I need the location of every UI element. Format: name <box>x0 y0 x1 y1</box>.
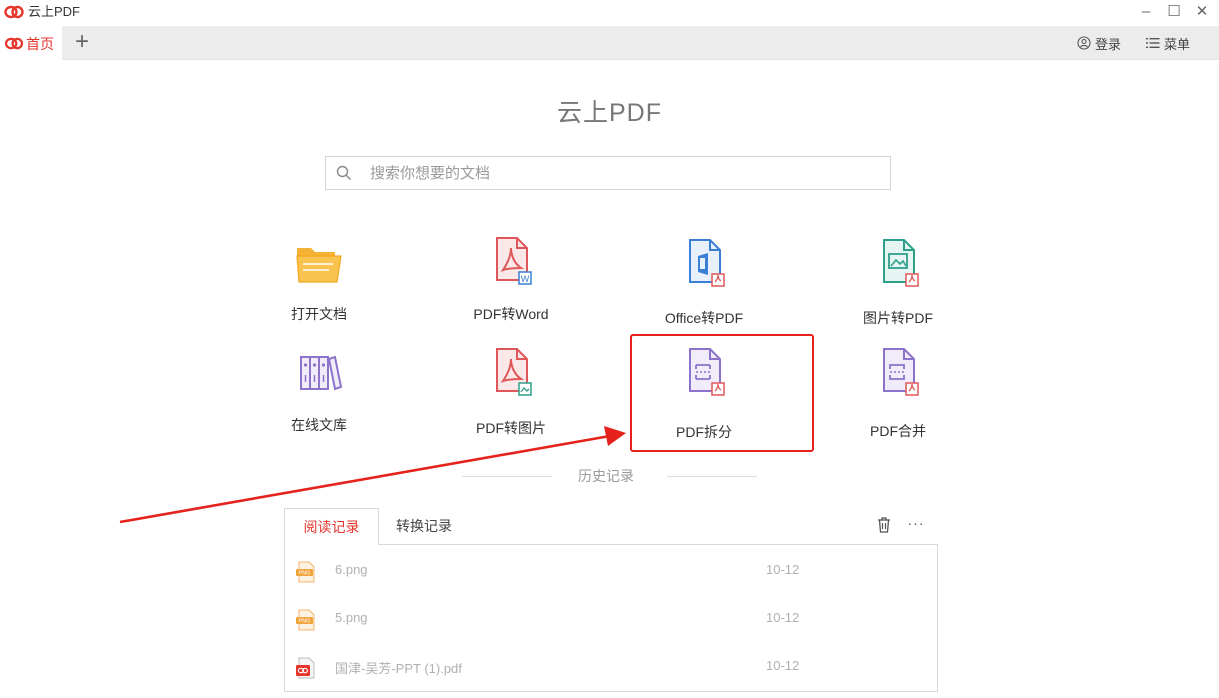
add-tab-button[interactable]: + <box>70 29 94 57</box>
library-icon <box>300 355 343 391</box>
feature-label: Office转PDF <box>664 310 744 326</box>
feature-pdf-split[interactable]: PDF拆分 <box>644 345 764 445</box>
file-name: 5.png <box>335 610 368 625</box>
more-icon[interactable]: ··· <box>906 514 926 532</box>
image-to-pdf-icon <box>883 239 919 287</box>
file-name: 6.png <box>335 562 368 577</box>
feature-pdf-to-word[interactable]: W PDF转Word <box>451 234 571 334</box>
feature-open-document[interactable]: 打开文档 <box>259 234 379 334</box>
minimize-button[interactable]: – <box>1136 2 1156 22</box>
list-item[interactable]: PNG 6.png 10-12 <box>285 547 937 595</box>
feature-label: PDF合并 <box>870 423 926 439</box>
file-date: 10-12 <box>766 610 800 625</box>
login-button[interactable]: 登录 <box>1077 34 1121 52</box>
list-item[interactable]: PNG 5.png 10-12 <box>285 595 937 643</box>
office-to-pdf-icon <box>689 239 725 287</box>
svg-text:PNG: PNG <box>299 619 311 625</box>
pdf-file-icon <box>296 657 315 679</box>
pdf-to-image-icon <box>496 348 532 396</box>
title-bar: 云上PDF – ☐ ✕ <box>0 0 1219 26</box>
file-name: 国津-吴芳-PPT (1).pdf <box>335 661 462 676</box>
pdf-to-word-icon: W <box>496 237 532 285</box>
app-logo-icon <box>4 37 24 50</box>
pdf-split-icon <box>689 348 725 396</box>
menu-icon <box>1146 38 1160 48</box>
search-icon <box>336 165 351 180</box>
history-tabs: 阅读记录 转换记录 <box>284 508 938 545</box>
trash-icon[interactable] <box>876 516 892 534</box>
maximize-button[interactable]: ☐ <box>1164 2 1184 22</box>
feature-pdf-merge[interactable]: PDF合并 <box>838 345 958 445</box>
list-item[interactable]: 国津-吴芳-PPT (1).pdf 10-12 <box>285 643 937 691</box>
feature-label: 图片转PDF <box>863 310 933 326</box>
svg-text:PNG: PNG <box>299 571 311 577</box>
feature-label: 打开文档 <box>291 306 347 322</box>
history-list: PNG 6.png 10-12 PNG 5.png 10-12 国津-吴芳-PP… <box>284 544 938 692</box>
pdf-merge-icon <box>883 348 919 396</box>
tab-home-label: 首页 <box>26 36 54 52</box>
history-section-label: 历史记录 <box>578 468 634 484</box>
feature-label: PDF转Word <box>473 306 549 322</box>
menu-button[interactable]: 菜单 <box>1146 34 1190 52</box>
tab-home[interactable]: 首页 <box>0 26 62 60</box>
feature-office-to-pdf[interactable]: Office转PDF <box>644 236 764 336</box>
menu-label: 菜单 <box>1164 36 1191 52</box>
divider-line <box>462 476 552 477</box>
divider-line <box>667 476 757 477</box>
feature-pdf-to-image[interactable]: PDF转图片 <box>451 345 571 445</box>
close-button[interactable]: ✕ <box>1192 2 1212 22</box>
tab-read-history[interactable]: 阅读记录 <box>284 508 379 545</box>
file-date: 10-12 <box>766 562 800 577</box>
app-title: 云上PDF <box>28 4 81 19</box>
search-box <box>325 156 891 190</box>
svg-text:W: W <box>521 274 530 284</box>
feature-label: 在线文库 <box>291 417 347 433</box>
app-logo-icon <box>4 5 24 19</box>
png-file-icon: PNG <box>296 561 315 583</box>
user-icon <box>1077 36 1091 50</box>
feature-online-library[interactable]: 在线文库 <box>259 345 379 445</box>
feature-label: PDF转图片 <box>476 420 546 436</box>
file-date: 10-12 <box>766 658 800 673</box>
search-input[interactable] <box>370 157 870 189</box>
feature-label: PDF拆分 <box>676 424 732 440</box>
png-file-icon: PNG <box>296 609 315 631</box>
feature-image-to-pdf[interactable]: 图片转PDF <box>838 236 958 336</box>
login-label: 登录 <box>1095 36 1122 52</box>
tab-convert-history[interactable]: 转换记录 <box>379 508 469 545</box>
folder-icon <box>296 248 342 283</box>
page-title: 云上PDF <box>556 99 662 127</box>
tab-bar: 首页 + 登录 菜单 <box>0 26 1219 60</box>
